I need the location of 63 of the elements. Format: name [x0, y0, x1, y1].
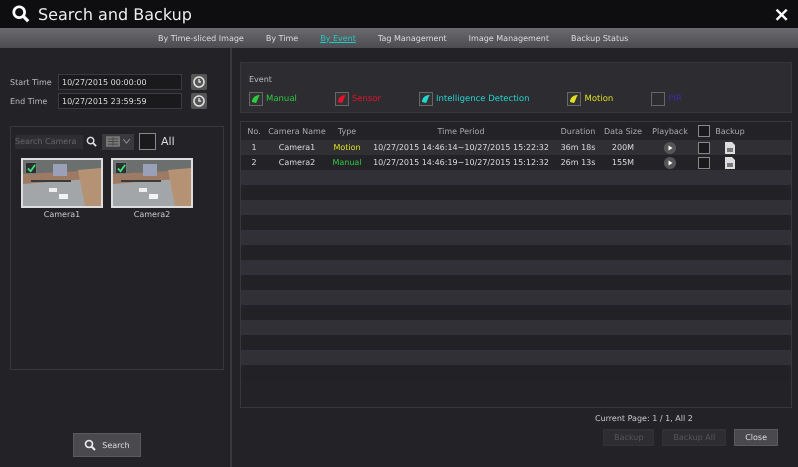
window-title: Search and Backup	[38, 4, 192, 24]
camera-search-field[interactable]: Search Camera	[15, 134, 83, 148]
end-time-field[interactable]: 10/27/2015 23:59:59	[58, 93, 182, 109]
tab[interactable]: By Time	[258, 34, 306, 42]
table-cell-text: 200M	[610, 143, 636, 152]
start-time-label: Start Time	[10, 78, 53, 86]
column-header: Duration	[560, 126, 596, 136]
table-cell-text: 1	[250, 143, 258, 152]
table-cell-text: 10/27/2015 14:46:19~10/27/2015 15:12:32	[372, 158, 550, 167]
clock-icon[interactable]	[191, 74, 207, 90]
column-header: Playback	[651, 126, 689, 136]
search-icon	[12, 5, 30, 23]
table-cell-text: Manual	[331, 158, 363, 167]
tab[interactable]: Backup Status	[562, 34, 636, 42]
document-icon[interactable]	[725, 156, 735, 168]
column-header: Data Size	[602, 126, 644, 136]
search-button[interactable]: Search	[73, 433, 141, 457]
search-icon	[84, 439, 96, 451]
column-header: Camera Name	[267, 126, 327, 136]
column-header: No.	[246, 126, 262, 136]
event-type-toggle[interactable]: Intelligence Detection	[419, 92, 530, 106]
event-type-toggle[interactable]: Motion	[567, 92, 614, 106]
checkbox[interactable]	[115, 162, 127, 174]
tab[interactable]: Tag Management	[370, 34, 455, 42]
camera-name: Camera1	[44, 210, 80, 219]
table-cell-text: 10/27/2015 14:46:14~10/27/2015 15:22:32	[372, 143, 550, 152]
table-cell-text: 36m 18s	[560, 143, 596, 152]
table-cell-text: Motion	[332, 143, 362, 152]
play-icon[interactable]	[664, 156, 676, 168]
tab[interactable]: By Event	[312, 34, 364, 42]
table-cell-text: Camera1	[278, 143, 316, 152]
document-icon[interactable]	[725, 142, 735, 154]
grid-icon	[106, 136, 120, 147]
table-cell-text: 155M	[610, 158, 636, 167]
column-header: Time Period	[436, 126, 486, 136]
table-row[interactable]: 2 Camera2 Manual 10/27/2015 14:46:19~10/27/2015 15:12:32 26m 13s 155M	[241, 155, 791, 170]
footer-button[interactable]: Close	[734, 429, 778, 446]
search-icon[interactable]	[86, 136, 97, 147]
table-cell-text: 2	[250, 158, 258, 167]
clock-icon[interactable]	[191, 93, 207, 109]
checkbox[interactable]	[139, 133, 156, 150]
column-header: Backup	[714, 126, 746, 136]
caret-icon	[123, 139, 130, 144]
checkbox[interactable]	[698, 142, 710, 154]
checkbox[interactable]	[698, 125, 710, 137]
column-header: Type	[336, 126, 358, 136]
end-time-label: End Time	[10, 96, 48, 106]
table-row[interactable]: 1 Camera1 Motion 10/27/2015 14:46:14~10/27/2015 15:22:32 36m 18s 200M	[241, 140, 791, 155]
play-icon[interactable]	[664, 142, 676, 154]
event-title: Event	[249, 75, 272, 84]
table-cell-text: 26m 13s	[560, 158, 596, 167]
all-label: All	[161, 135, 175, 148]
tab[interactable]: Image Management	[460, 34, 557, 42]
page-info: Current Page: 1 / 1, All 2	[595, 414, 694, 423]
start-time-field[interactable]: 10/27/2015 00:00:00	[58, 74, 182, 90]
checkbox[interactable]	[25, 162, 37, 174]
tab[interactable]: By Time-sliced Image	[150, 34, 252, 42]
view-dropdown[interactable]	[102, 134, 134, 150]
camera-name: Camera2	[134, 210, 170, 219]
table-cell-text: Camera2	[278, 158, 316, 167]
checkbox[interactable]	[698, 156, 710, 168]
close-button[interactable]: ×	[773, 4, 790, 24]
event-type-toggle[interactable]: Manual	[249, 92, 297, 106]
